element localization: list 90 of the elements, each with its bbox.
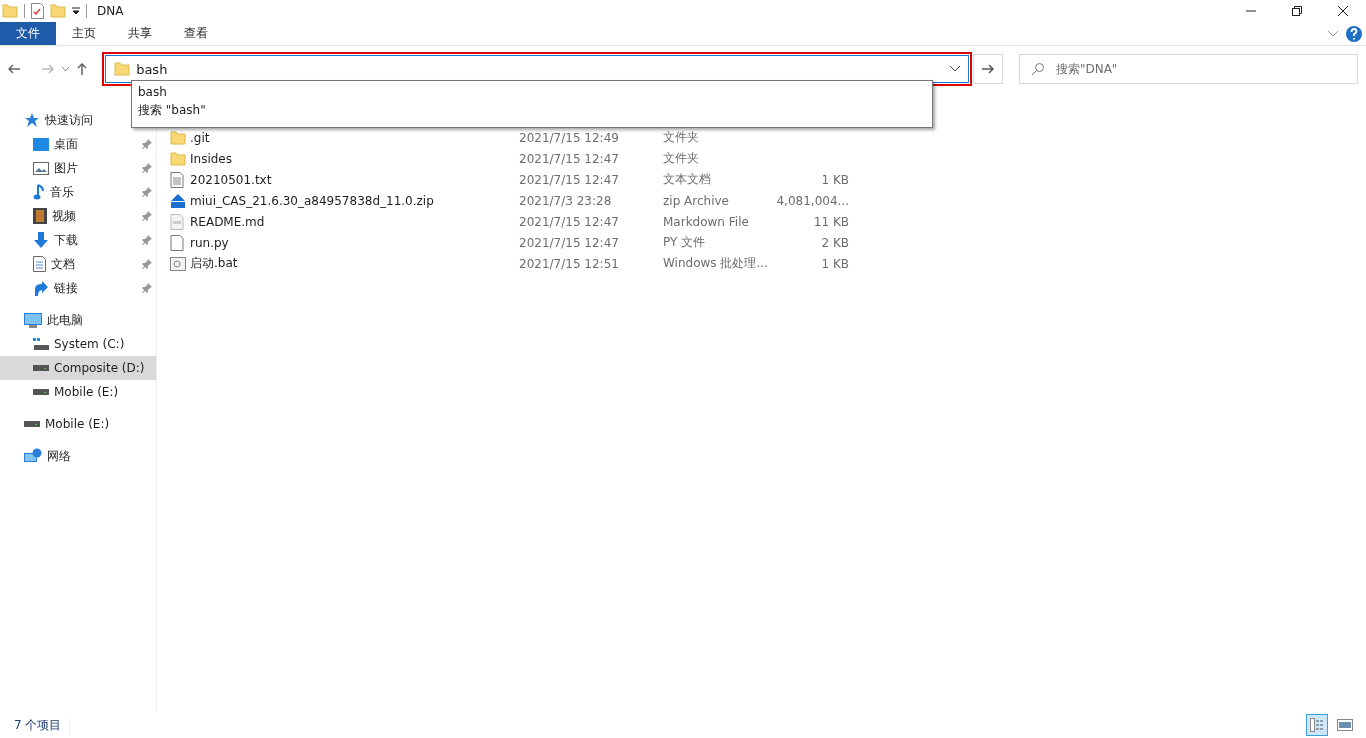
suggestion-item[interactable]: bash bbox=[138, 83, 926, 101]
sidebar-item[interactable]: 桌面 bbox=[0, 132, 156, 156]
go-button[interactable] bbox=[973, 54, 1003, 84]
search-field[interactable]: 搜索"DNA" bbox=[1018, 54, 1358, 84]
document-icon bbox=[33, 256, 46, 272]
sidebar-item[interactable]: 此电脑 bbox=[0, 308, 156, 332]
ribbon-tab[interactable]: 共享 bbox=[112, 22, 168, 45]
address-bar[interactable]: bash bbox=[105, 55, 970, 83]
type-cell-text: Markdown File bbox=[663, 214, 750, 229]
type-cell: Windows 批处理... bbox=[663, 255, 765, 272]
up-icon[interactable] bbox=[77, 63, 87, 75]
film-icon bbox=[33, 208, 47, 224]
date-cell-text: 2021/7/15 12:47 bbox=[519, 151, 620, 166]
sidebar-item[interactable]: 音乐 bbox=[0, 180, 156, 204]
type-cell-text: 文件夹 bbox=[663, 150, 700, 167]
sidebar-item[interactable]: 链接 bbox=[0, 276, 156, 300]
date-cell-text: 2021/7/15 12:51 bbox=[519, 256, 620, 271]
desktop-icon bbox=[33, 137, 49, 151]
forward-icon[interactable] bbox=[42, 64, 54, 74]
star-icon bbox=[24, 112, 40, 128]
drive-icon bbox=[33, 389, 49, 395]
blank-file-icon bbox=[170, 234, 184, 251]
network-icon bbox=[24, 448, 42, 464]
file-name[interactable]: README.md bbox=[190, 214, 519, 229]
search-icon bbox=[1031, 63, 1044, 75]
size-cell-text: 4,081,004... bbox=[775, 193, 849, 208]
sidebar-item[interactable]: 视频 bbox=[0, 204, 156, 228]
restore-icon bbox=[1292, 6, 1302, 16]
size-cell-text: 11 KB bbox=[812, 214, 849, 229]
sidebar-item[interactable]: 图片 bbox=[0, 156, 156, 180]
folder-icon bbox=[2, 4, 18, 18]
back-icon[interactable] bbox=[8, 64, 20, 74]
suggestion-item[interactable]: 搜索 "bash" bbox=[138, 101, 926, 119]
type-cell-text: 文本文档 bbox=[663, 171, 712, 188]
music-note-icon bbox=[33, 184, 45, 200]
date-cell-text: 2021/7/3 23:28 bbox=[519, 193, 613, 208]
pin-icon[interactable] bbox=[142, 187, 152, 197]
down-arrow-icon bbox=[33, 232, 49, 248]
image-icon bbox=[33, 161, 49, 175]
date-cell-text: 2021/7/15 12:49 bbox=[519, 130, 620, 145]
ribbon-tab[interactable]: 查看 bbox=[168, 22, 224, 45]
details-view-button[interactable] bbox=[1306, 714, 1328, 736]
file-name[interactable]: Insides bbox=[190, 151, 519, 166]
size-cell-text: 2 KB bbox=[820, 235, 849, 250]
date-cell-text: 2021/7/15 12:47 bbox=[519, 214, 620, 229]
checklist-icon[interactable] bbox=[31, 3, 44, 19]
sidebar-item[interactable]: Mobile (E:) bbox=[0, 380, 156, 404]
drive-icon bbox=[24, 421, 40, 427]
close-icon bbox=[1338, 6, 1348, 16]
folder-icon bbox=[114, 62, 131, 76]
date-cell-text: 2021/7/15 12:47 bbox=[519, 235, 620, 250]
file-name[interactable]: 20210501.txt bbox=[190, 172, 519, 187]
pin-icon[interactable] bbox=[142, 211, 152, 221]
sidebar-item[interactable]: 下载 bbox=[0, 228, 156, 252]
sidebar-item[interactable]: 文档 bbox=[0, 252, 156, 276]
ribbon-tab[interactable]: 主页 bbox=[56, 22, 112, 45]
curved-arrow-icon bbox=[33, 280, 49, 296]
folder-icon bbox=[170, 151, 186, 166]
right-arrow-icon bbox=[982, 64, 995, 74]
file-name[interactable]: .git bbox=[190, 130, 519, 145]
pin-icon[interactable] bbox=[142, 163, 152, 173]
type-cell-text: 文件夹 bbox=[663, 129, 700, 146]
dropdown-icon[interactable] bbox=[72, 7, 80, 15]
folder-icon bbox=[50, 4, 66, 18]
file-name[interactable]: 启动.bat bbox=[190, 255, 519, 272]
pin-icon[interactable] bbox=[142, 235, 152, 245]
date-cell-text: 2021/7/15 12:47 bbox=[519, 172, 620, 187]
pin-icon[interactable] bbox=[142, 283, 152, 293]
size-cell-text: 1 KB bbox=[820, 172, 849, 187]
window-title: DNA bbox=[97, 4, 124, 18]
monitor-icon bbox=[24, 312, 42, 328]
size-cell-text: 1 KB bbox=[820, 256, 849, 271]
sidebar-item[interactable]: 网络 bbox=[0, 444, 156, 468]
type-cell-text: PY 文件 bbox=[663, 234, 707, 251]
folder-icon bbox=[170, 130, 186, 145]
item-count: 7 个项目 bbox=[14, 716, 71, 734]
sidebar-item[interactable]: Mobile (E:) bbox=[0, 412, 156, 436]
file-name[interactable]: run.py bbox=[190, 235, 519, 250]
chevron-down-icon[interactable] bbox=[950, 66, 961, 72]
drive-icon bbox=[33, 365, 49, 371]
sidebar-item[interactable]: System (C:) bbox=[0, 332, 156, 356]
file-name[interactable]: miui_CAS_21.6.30_a84957838d_11.0.zip bbox=[190, 193, 519, 208]
document-icon bbox=[170, 213, 184, 230]
pin-icon[interactable] bbox=[142, 139, 152, 149]
help-icon[interactable] bbox=[1346, 25, 1362, 42]
sidebar-item[interactable]: Composite (D:) bbox=[0, 356, 156, 380]
text-file-icon bbox=[170, 171, 184, 188]
type-cell-text: zip Archive bbox=[663, 193, 730, 208]
drive-icon bbox=[33, 338, 49, 350]
pin-icon[interactable] bbox=[142, 259, 152, 269]
